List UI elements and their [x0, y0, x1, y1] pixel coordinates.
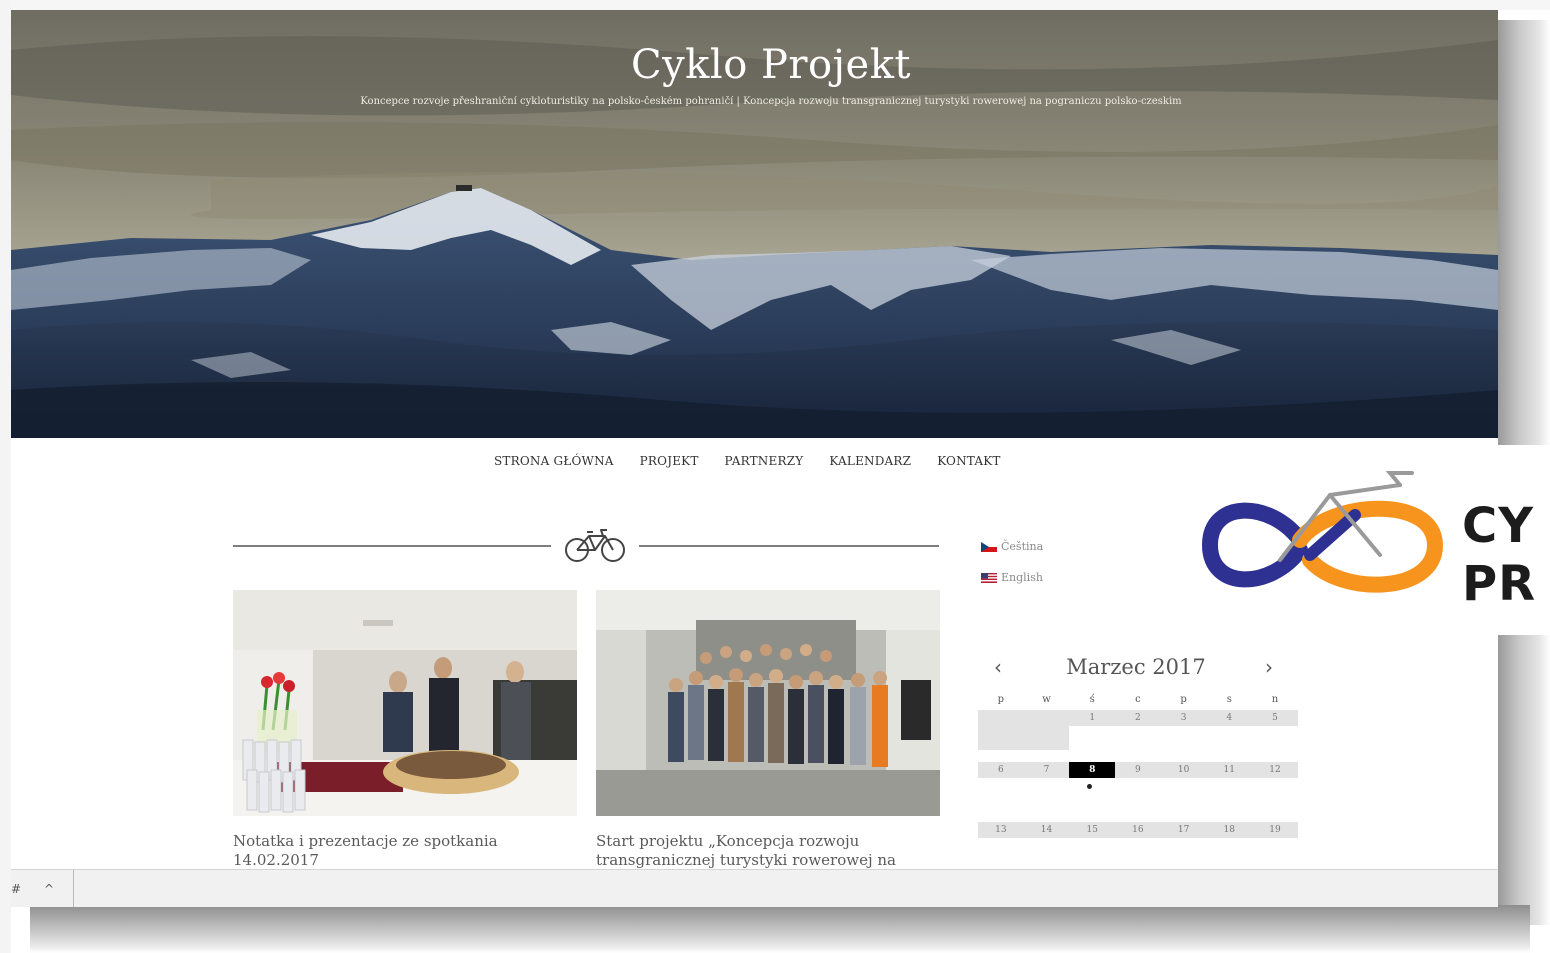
calendar-prev-button[interactable]: ‹ — [994, 655, 1002, 679]
weekday-label: w — [1042, 694, 1051, 705]
post-thumbnail-meeting[interactable] — [233, 590, 577, 816]
infinity-bike-logo-icon — [1201, 471, 1444, 593]
cz-flag-icon — [981, 541, 997, 552]
calendar-day[interactable]: 3 — [1160, 710, 1207, 726]
scroll-up-icon[interactable]: ^ — [44, 882, 54, 896]
calendar-week-2: 6 7 8 9 10 11 12 — [978, 762, 1298, 778]
weekday-label: p — [1180, 694, 1187, 705]
post-title-2[interactable]: Start projektu „Koncepcja rozwoju transg… — [596, 832, 940, 870]
weekday-label: c — [1135, 694, 1141, 705]
calendar-weekday-header: p w ś c p s n — [978, 692, 1298, 708]
calendar-day[interactable]: 6 — [978, 762, 1024, 778]
calendar-day-empty — [978, 710, 1024, 750]
site-title[interactable]: Cyklo Projekt — [11, 42, 1498, 88]
nav-item-contact[interactable]: KONTAKT — [937, 454, 1000, 468]
calendar-day[interactable]: 13 — [978, 822, 1024, 838]
language-label-czech: Čeština — [1001, 540, 1044, 553]
us-flag-icon — [981, 572, 997, 583]
calendar-day[interactable]: 12 — [1252, 762, 1298, 778]
calendar-day[interactable]: 10 — [1160, 762, 1207, 778]
weekday-label: n — [1271, 694, 1279, 705]
divider-line-left — [233, 545, 551, 547]
calendar-week-1: 1 2 3 4 5 — [978, 710, 1298, 750]
nav-item-project[interactable]: PROJEKT — [640, 454, 699, 468]
divider-line-right — [639, 545, 939, 547]
calendar-day-today[interactable]: 8 — [1069, 762, 1116, 778]
calendar-day[interactable]: 7 — [1023, 762, 1070, 778]
calendar-day[interactable]: 14 — [1023, 822, 1070, 838]
calendar-day[interactable]: 9 — [1115, 762, 1161, 778]
hero-banner: Cyklo Projekt Koncepce rozvoje přeshrani… — [11, 10, 1498, 438]
weekday-label: ś — [1089, 694, 1095, 705]
calendar-day[interactable]: 17 — [1160, 822, 1207, 838]
nav-item-home[interactable]: STRONA GŁÓWNA — [494, 454, 614, 468]
status-divider — [73, 870, 74, 907]
frame-shadow-bottom — [30, 905, 1530, 953]
calendar-day[interactable]: 2 — [1115, 710, 1161, 726]
calendar-day[interactable]: 1 — [1069, 710, 1116, 726]
calendar-day[interactable]: 4 — [1206, 710, 1253, 726]
calendar-next-button[interactable]: › — [1265, 655, 1273, 679]
language-link-czech[interactable]: Čeština — [981, 540, 1043, 553]
calendar-day[interactable]: 18 — [1206, 822, 1253, 838]
logo-text-line-2: PR — [1462, 556, 1537, 612]
site-tagline: Koncepce rozvoje přeshraniční cykloturis… — [360, 96, 1182, 107]
bicycle-icon — [565, 529, 625, 562]
calendar-day[interactable]: 11 — [1206, 762, 1253, 778]
post-title-1[interactable]: Notatka i prezentacje ze spotkania 14.02… — [233, 832, 577, 870]
nav-item-partners[interactable]: PARTNERZY — [725, 454, 804, 468]
weekday-label: p — [997, 694, 1005, 705]
calendar-day[interactable]: 19 — [1252, 822, 1298, 838]
calendar-week-3: 13 14 15 16 17 18 19 — [978, 822, 1298, 838]
calendar-day[interactable]: 15 — [1069, 822, 1116, 838]
post-thumbnail-group-photo[interactable] — [596, 590, 940, 816]
calendar-month-title: Marzec 2017 — [1066, 655, 1206, 679]
logo-text-line-1: CY — [1462, 498, 1534, 554]
status-hash: # — [11, 882, 22, 896]
language-label-english: English — [1001, 571, 1043, 584]
main-navigation: STRONA GŁÓWNA PROJEKT PARTNERZY KALENDAR… — [494, 454, 1001, 468]
calendar-day[interactable]: 16 — [1115, 822, 1161, 838]
event-dot-icon — [1087, 784, 1092, 789]
frame-top — [0, 0, 1550, 10]
browser-status-bar: # ^ — [11, 869, 1498, 907]
frame-left — [0, 0, 11, 953]
weekday-label: s — [1226, 694, 1232, 705]
language-link-english[interactable]: English — [981, 571, 1043, 584]
calendar-day[interactable]: 5 — [1252, 710, 1298, 726]
calendar-day-empty — [1023, 710, 1070, 750]
nav-item-calendar[interactable]: KALENDARZ — [829, 454, 911, 468]
